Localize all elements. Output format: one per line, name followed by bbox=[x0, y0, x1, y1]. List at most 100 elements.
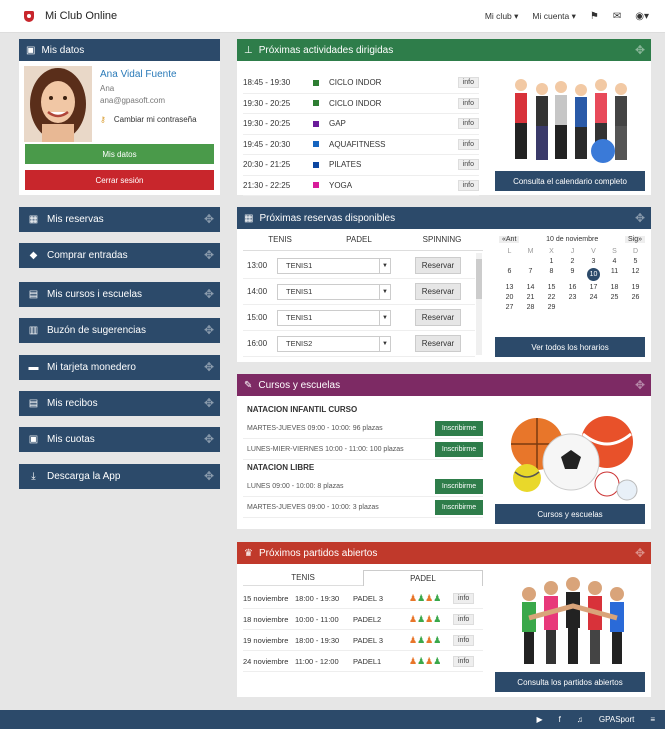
calendar-day[interactable]: 11 bbox=[604, 268, 625, 281]
sidebar-item-mis-cuotas[interactable]: ▣ Mis cuotas ✥ bbox=[19, 427, 220, 452]
court-select[interactable]: TENIS1 ▼ bbox=[277, 309, 391, 326]
calendar-day[interactable]: 8 bbox=[541, 268, 562, 281]
move-icon[interactable]: ✥ bbox=[635, 211, 645, 225]
move-icon[interactable]: ✥ bbox=[204, 212, 214, 226]
calendar-day[interactable]: 9 bbox=[562, 268, 583, 281]
calendar-day[interactable]: 23 bbox=[562, 294, 583, 301]
move-icon[interactable]: ✥ bbox=[204, 323, 214, 337]
hamburger-menu-icon[interactable]: ≡ bbox=[650, 715, 655, 724]
move-icon[interactable]: ✥ bbox=[204, 432, 214, 446]
calendar-day[interactable]: 15 bbox=[541, 284, 562, 291]
sidebar-item-buzon-sugerencias[interactable]: ▥ Buzón de sugerencias ✥ bbox=[19, 318, 220, 343]
court-select[interactable]: TENIS1 ▼ bbox=[277, 283, 391, 300]
match-info-button[interactable]: info bbox=[453, 634, 475, 646]
facebook-icon[interactable]: f bbox=[559, 715, 561, 724]
move-icon[interactable]: ✥ bbox=[635, 546, 645, 560]
activity-info-button[interactable]: info bbox=[457, 159, 479, 171]
activity-info-button[interactable]: info bbox=[457, 118, 479, 130]
flag-icon[interactable]: ⚑ bbox=[590, 11, 599, 22]
calendar-day[interactable]: 22 bbox=[541, 294, 562, 301]
mail-icon[interactable]: ✉ bbox=[613, 11, 621, 22]
tab-tenis[interactable]: TENIS bbox=[243, 570, 363, 586]
sidebar-item-descarga-app[interactable]: ⤓ Descarga la App ✥ bbox=[19, 464, 220, 489]
calendar-day[interactable]: 27 bbox=[499, 304, 520, 311]
calendar-day[interactable]: 17 bbox=[583, 284, 604, 291]
calendar-day[interactable]: 19 bbox=[625, 284, 646, 291]
move-icon[interactable]: ✥ bbox=[204, 360, 214, 374]
enroll-button[interactable]: Inscribirme bbox=[435, 499, 483, 515]
sidebar-item-mis-cursos[interactable]: ▤ Mis cursos i escuelas ✥ bbox=[19, 282, 220, 307]
all-schedules-button[interactable]: Ver todos los horarios bbox=[495, 337, 645, 357]
activity-info-button[interactable]: info bbox=[457, 179, 479, 191]
reserve-button[interactable]: Reservar bbox=[415, 309, 461, 326]
calendar-day[interactable]: 13 bbox=[499, 284, 520, 291]
move-icon[interactable]: ✥ bbox=[204, 469, 214, 483]
move-icon[interactable]: ✥ bbox=[204, 396, 214, 410]
calendar-day[interactable]: 1 bbox=[541, 258, 562, 265]
enroll-button[interactable]: Inscribirme bbox=[435, 441, 483, 457]
sidebar-item-comprar-entradas[interactable]: ◆ Comprar entradas ✥ bbox=[19, 243, 220, 268]
calendar-day[interactable]: 21 bbox=[520, 294, 541, 301]
enroll-button[interactable]: Inscribirme bbox=[435, 420, 483, 436]
move-icon[interactable]: ✥ bbox=[635, 43, 645, 57]
calendar-next-button[interactable]: Sig» bbox=[624, 236, 645, 243]
calendar-day[interactable]: 10 bbox=[587, 268, 600, 281]
logout-button[interactable]: Cerrar sesión bbox=[25, 170, 214, 190]
move-icon[interactable]: ✥ bbox=[204, 248, 214, 262]
match-date: 15 noviembre bbox=[243, 593, 289, 603]
reserve-button[interactable]: Reservar bbox=[415, 335, 461, 352]
twitter-icon[interactable]: ♫ bbox=[577, 715, 583, 724]
menu-mi-cuenta[interactable]: Mi cuenta ▾ bbox=[532, 11, 575, 22]
scrollbar[interactable] bbox=[476, 253, 482, 355]
tab-padel[interactable]: PADEL bbox=[317, 235, 401, 250]
court-select[interactable]: TENIS1 ▼ bbox=[277, 257, 391, 274]
full-calendar-button[interactable]: Consulta el calendario completo bbox=[495, 171, 645, 191]
change-password-link[interactable]: ⚷ Cambiar mi contraseña bbox=[100, 115, 197, 124]
tab-padel[interactable]: PADEL bbox=[363, 570, 483, 586]
calendar-day[interactable]: 14 bbox=[520, 284, 541, 291]
court-select[interactable]: TENIS2 ▼ bbox=[277, 335, 391, 352]
sidebar-item-tarjeta-monedero[interactable]: ▬ Mi tarjeta monedero ✥ bbox=[19, 355, 220, 380]
move-icon[interactable]: ✥ bbox=[204, 287, 214, 301]
reserve-button[interactable]: Reservar bbox=[415, 257, 461, 274]
calendar-day[interactable]: 16 bbox=[562, 284, 583, 291]
calendar-day[interactable]: 5 bbox=[625, 258, 646, 265]
match-info-button[interactable]: info bbox=[453, 592, 475, 604]
courses-button[interactable]: Cursos y escuelas bbox=[495, 504, 645, 524]
reservation-row: 16:00 TENIS2 ▼ Reservar bbox=[243, 331, 475, 357]
calendar-day[interactable]: 12 bbox=[625, 268, 646, 281]
sidebar-item-mis-recibos[interactable]: ▤ Mis recibos ✥ bbox=[19, 391, 220, 416]
calendar-day[interactable]: 6 bbox=[499, 268, 520, 281]
calendar-day[interactable]: 25 bbox=[604, 294, 625, 301]
calendar-day[interactable]: 7 bbox=[520, 268, 541, 281]
match-info-button[interactable]: info bbox=[453, 613, 475, 625]
calendar-day[interactable]: 28 bbox=[520, 304, 541, 311]
calendar-day[interactable]: 2 bbox=[562, 258, 583, 265]
open-matches-button[interactable]: Consulta los partidos abiertos bbox=[495, 672, 645, 692]
calendar-day[interactable]: 29 bbox=[541, 304, 562, 311]
calendar-day[interactable]: 26 bbox=[625, 294, 646, 301]
calendar-day[interactable]: 20 bbox=[499, 294, 520, 301]
youtube-icon[interactable]: ▶ bbox=[537, 715, 543, 724]
reserve-button[interactable]: Reservar bbox=[415, 283, 461, 300]
menu-mi-club[interactable]: Mi club ▾ bbox=[485, 11, 519, 22]
activities-panel: ⊥ Próximas actividades dirigidas ✥ 18:45… bbox=[237, 39, 651, 196]
enroll-button[interactable]: Inscribirme bbox=[435, 478, 483, 494]
activity-info-button[interactable]: info bbox=[457, 97, 479, 109]
calendar-day[interactable]: 18 bbox=[604, 284, 625, 291]
tab-spinning[interactable]: SPINNING bbox=[401, 235, 483, 250]
match-info-button[interactable]: info bbox=[453, 655, 475, 667]
sidebar-item-label: Descarga la App bbox=[47, 471, 121, 482]
calendar-prev-button[interactable]: «Ant bbox=[499, 236, 520, 243]
tab-tenis[interactable]: TENIS bbox=[243, 235, 317, 250]
sidebar-item-mis-reservas[interactable]: ▦ Mis reservas ✥ bbox=[19, 207, 220, 232]
globe-icon[interactable]: ◉▾ bbox=[635, 11, 649, 22]
my-data-button[interactable]: Mis datos bbox=[25, 144, 214, 164]
activity-info-button[interactable]: info bbox=[457, 138, 479, 150]
move-icon[interactable]: ✥ bbox=[635, 378, 645, 392]
activity-info-button[interactable]: info bbox=[457, 77, 479, 89]
calendar-day[interactable]: 24 bbox=[583, 294, 604, 301]
calendar-day[interactable]: 3 bbox=[583, 258, 604, 265]
courses-list: NATACION INFANTIL CURSO MARTES-JUEVES 09:… bbox=[243, 402, 483, 518]
calendar-day[interactable]: 4 bbox=[604, 258, 625, 265]
